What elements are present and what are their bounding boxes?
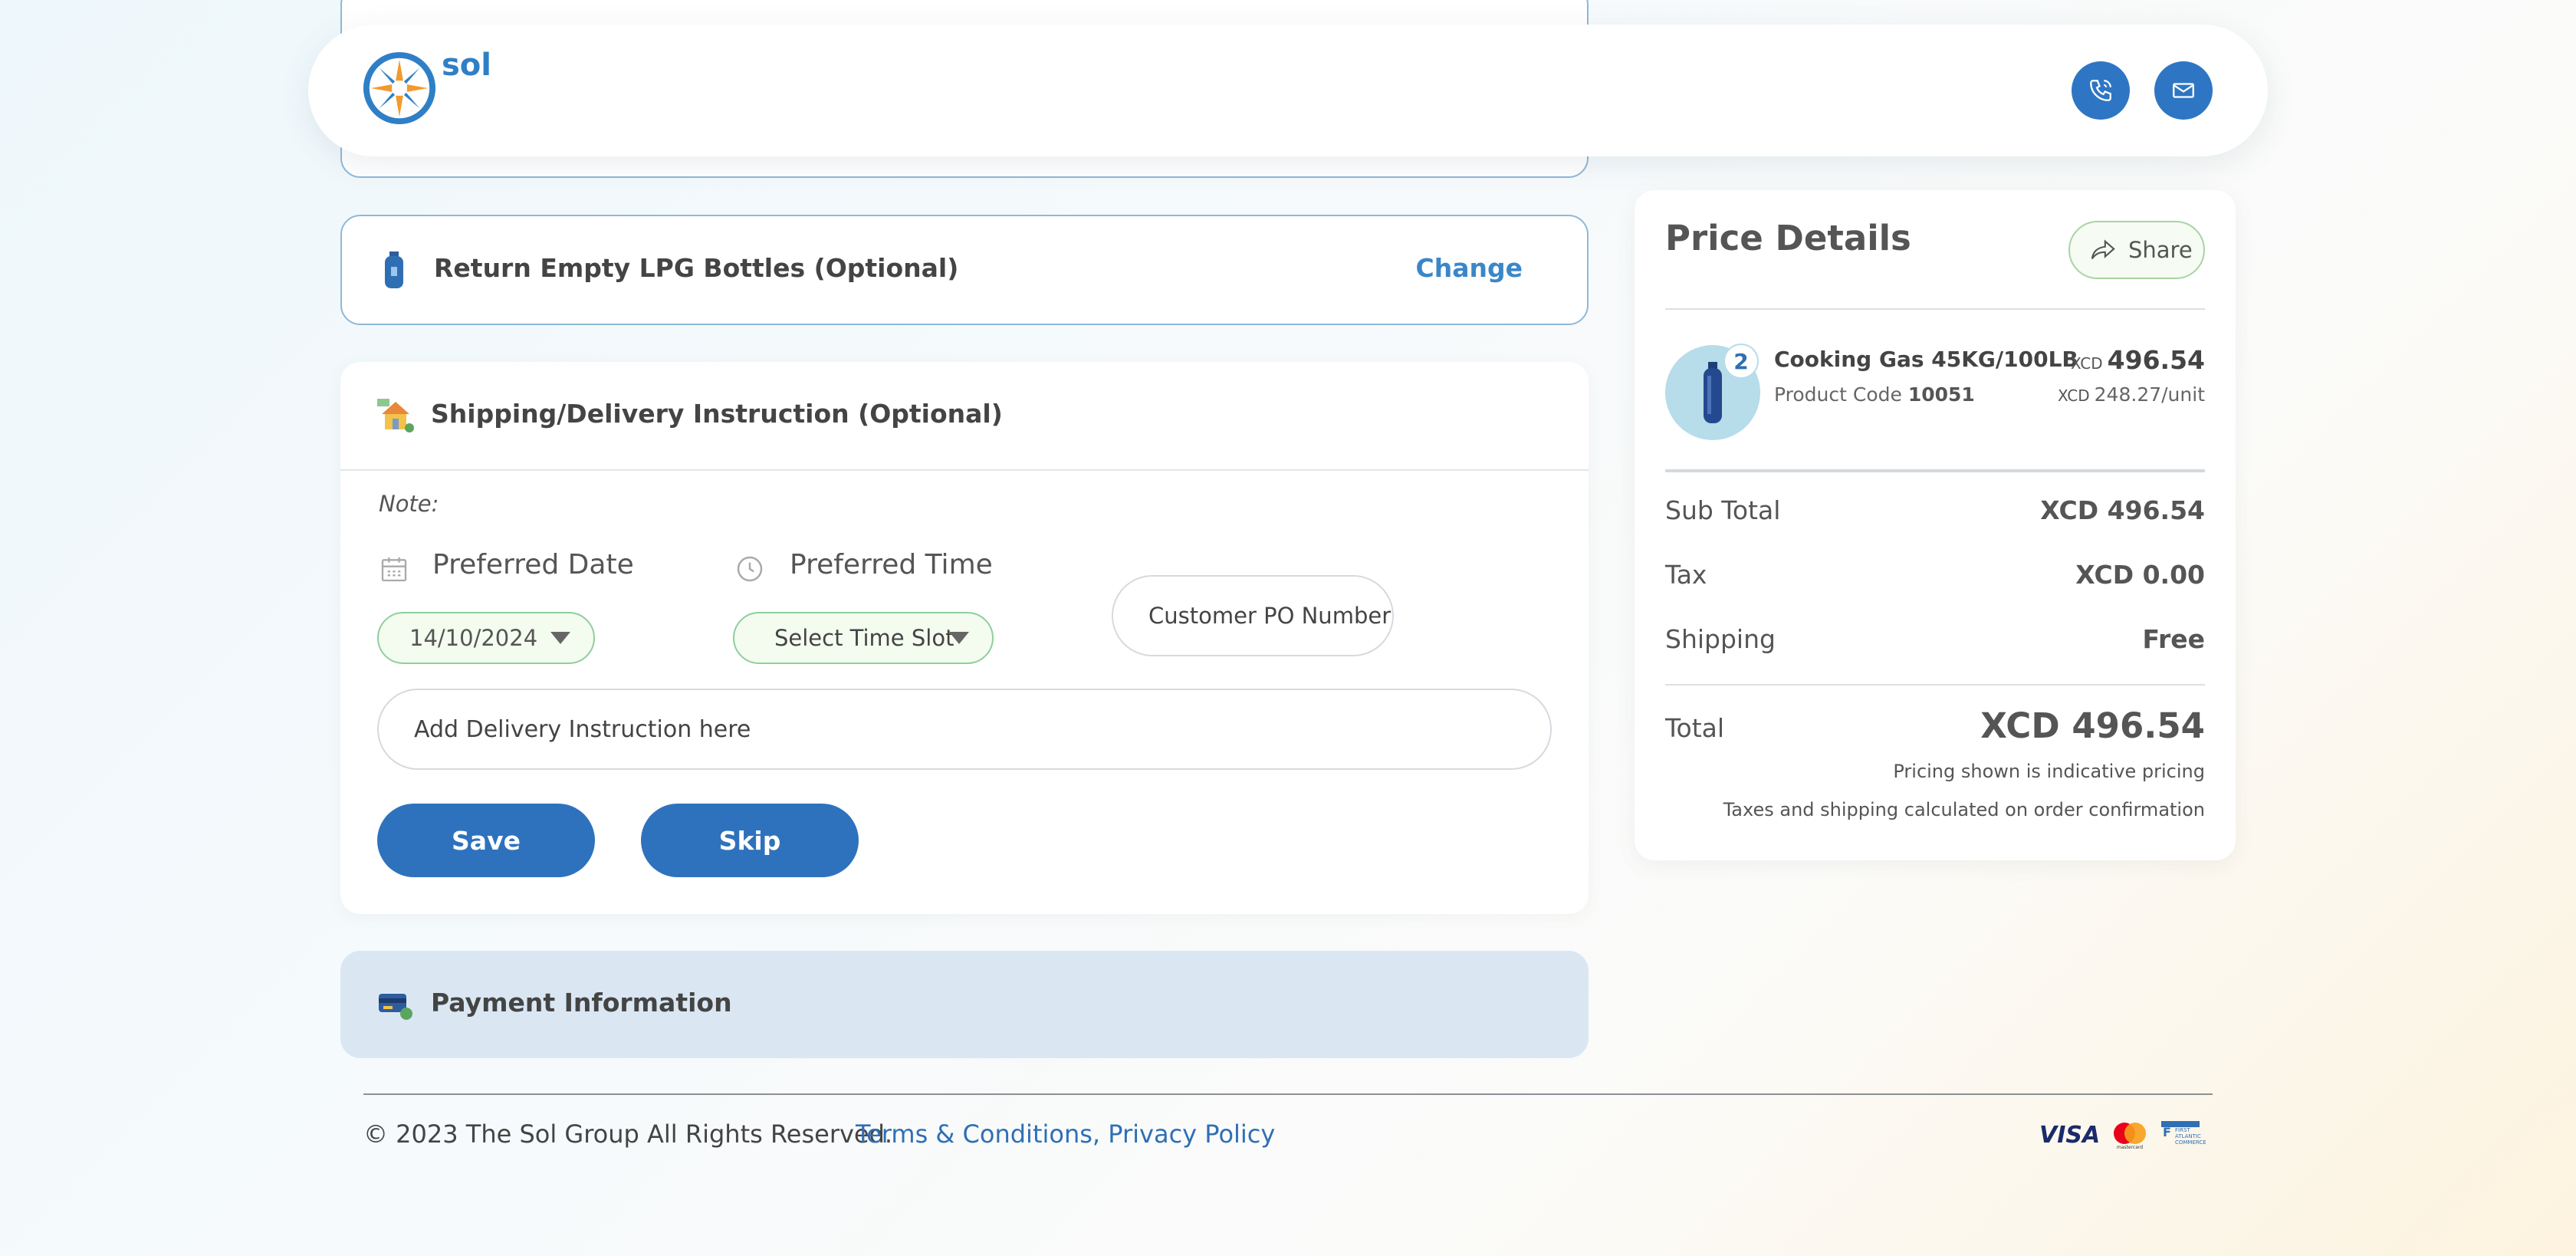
tax-value: XCD 0.00 [2075, 560, 2205, 590]
unit-currency: XCD [2058, 386, 2090, 405]
taxes-note: Taxes and shipping calculated on order c… [1723, 799, 2205, 820]
brand-name: sol [442, 48, 491, 83]
subtotal-value: XCD 496.54 [2040, 495, 2205, 525]
shipping-header: Shipping/Delivery Instruction (Optional) [340, 362, 1589, 471]
customer-po-placeholder: Customer PO Number [1148, 603, 1392, 629]
product-code: Product Code 10051 [1774, 383, 1975, 406]
price-details-panel: Price Details Share 2 Cooking Gas 45KG/1… [1635, 190, 2236, 860]
note-label: Note: [379, 491, 439, 517]
customer-po-input[interactable]: Customer PO Number [1112, 575, 1394, 656]
pricing-note: Pricing shown is indicative pricing [1893, 761, 2205, 782]
privacy-link[interactable]: Privacy Policy [1108, 1120, 1275, 1149]
skip-button[interactable]: Skip [641, 804, 859, 877]
first-atlantic-commerce-logo: F FIRST ATLANTIC COMMERCE [2161, 1121, 2206, 1146]
footer-links: Terms & Conditions, Privacy Policy [856, 1120, 1275, 1149]
calendar-icon [381, 557, 407, 582]
divider [1665, 684, 2205, 686]
share-icon [2091, 239, 2115, 259]
svg-text:ATLANTIC: ATLANTIC [2175, 1133, 2201, 1139]
tax-label: Tax [1665, 560, 1707, 590]
delivery-instruction-placeholder: Add Delivery Instruction here [414, 715, 751, 743]
product-price-value: 496.54 [2107, 345, 2205, 375]
shipping-title: Shipping/Delivery Instruction (Optional) [431, 399, 1003, 429]
shipping-instruction-card: Shipping/Delivery Instruction (Optional)… [340, 362, 1589, 914]
svg-text:COMMERCE: COMMERCE [2175, 1139, 2206, 1146]
divider [1665, 308, 2205, 310]
terms-link[interactable]: Terms & Conditions, [856, 1120, 1100, 1149]
product-currency: XCD [2071, 354, 2103, 373]
total-value: XCD 496.54 [1980, 705, 2205, 746]
svg-text:F: F [2163, 1125, 2171, 1139]
site-header: sol [308, 25, 2268, 156]
preferred-time-label: Preferred Time [790, 549, 993, 580]
shipping-value: Free [2142, 624, 2205, 654]
subtotal-label: Sub Total [1665, 495, 1781, 525]
change-link[interactable]: Change [1416, 253, 1523, 283]
mail-button[interactable] [2154, 61, 2213, 120]
unit-price-value: 248.27/unit [2094, 383, 2205, 406]
divider [1665, 469, 2205, 472]
share-label: Share [2128, 237, 2193, 263]
date-value: 14/10/2024 [409, 625, 538, 651]
quantity-badge: 2 [1723, 344, 1759, 379]
chevron-down-icon [949, 632, 969, 644]
save-button[interactable]: Save [377, 804, 595, 877]
payment-information-card[interactable]: Payment Information [340, 951, 1589, 1058]
total-label: Total [1665, 713, 1725, 743]
product-code-value: 10051 [1907, 383, 1975, 406]
time-slot-select[interactable]: Select Time Slot [733, 612, 994, 664]
svg-text:mastercard: mastercard [2117, 1145, 2143, 1150]
chevron-down-icon [550, 632, 570, 644]
copyright-text: © 2023 The Sol Group All Rights Reserved… [363, 1120, 893, 1149]
return-bottles-card: Return Empty LPG Bottles (Optional) Chan… [340, 215, 1589, 325]
gas-bottle-icon [385, 252, 403, 288]
date-select[interactable]: 14/10/2024 [377, 612, 595, 664]
product-code-label: Product Code [1774, 383, 1902, 406]
clock-icon [737, 556, 763, 582]
delivery-house-icon [377, 399, 414, 432]
credit-card-icon [379, 994, 412, 1020]
shipping-label: Shipping [1665, 624, 1776, 654]
time-slot-value: Select Time Slot [774, 625, 955, 651]
svg-text:FIRST: FIRST [2175, 1127, 2190, 1133]
footer-divider [363, 1093, 2213, 1095]
product-price: XCD 496.54 [2071, 345, 2205, 375]
sol-logo-icon[interactable] [362, 51, 437, 126]
mail-icon [2173, 83, 2194, 98]
mastercard-logo: mastercard [2114, 1123, 2147, 1150]
phone-button[interactable] [2072, 61, 2130, 120]
share-button[interactable]: Share [2068, 221, 2205, 279]
payment-logos: VISA mastercard F FIRST ATLANTIC COMMERC… [2039, 1120, 2224, 1150]
product-unit-price: XCD 248.27/unit [2058, 383, 2205, 406]
price-details-title: Price Details [1665, 218, 1911, 258]
return-bottles-title: Return Empty LPG Bottles (Optional) [434, 253, 959, 283]
phone-icon [2090, 80, 2111, 101]
visa-logo: VISA [2039, 1121, 2101, 1149]
delivery-instruction-input[interactable]: Add Delivery Instruction here [377, 689, 1552, 770]
preferred-date-label: Preferred Date [432, 549, 634, 580]
product-name: Cooking Gas 45KG/100LB [1774, 347, 2078, 372]
payment-title: Payment Information [431, 988, 732, 1018]
